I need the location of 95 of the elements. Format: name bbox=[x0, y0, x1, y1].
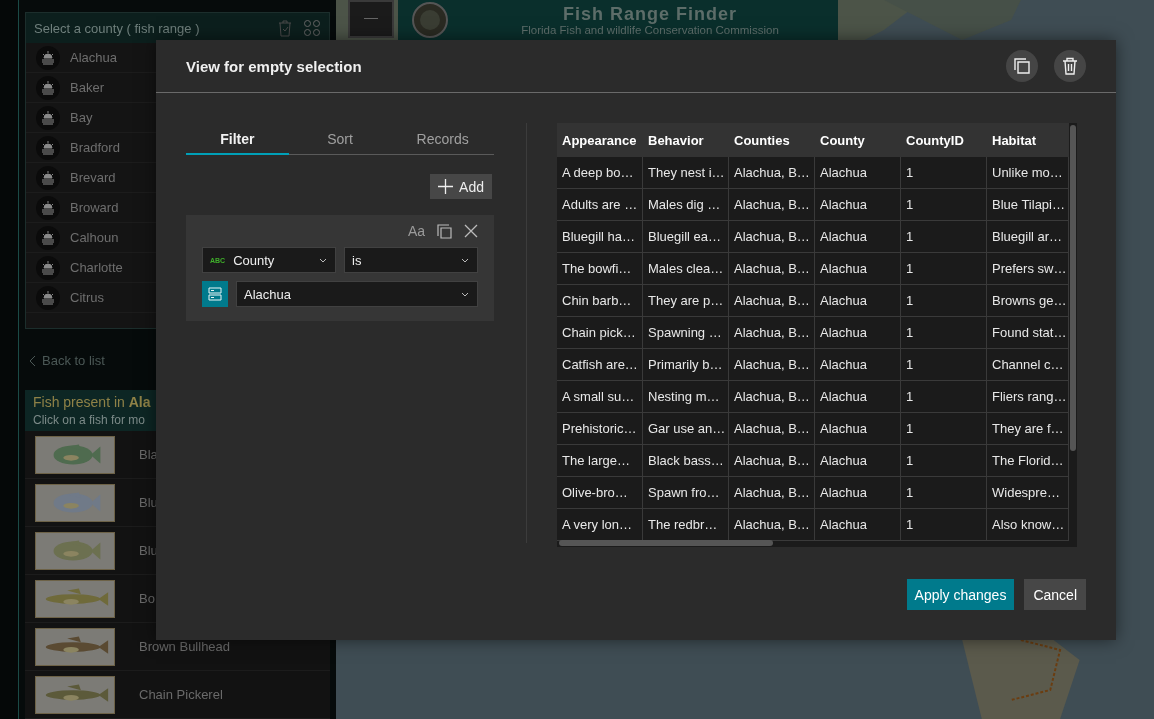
add-button[interactable]: Add bbox=[430, 174, 492, 199]
table-cell: 1 bbox=[901, 381, 987, 413]
column-header[interactable]: Counties bbox=[729, 123, 815, 157]
fish-panel-title: Fish present in Ala bbox=[33, 394, 152, 410]
table-cell: Alachua bbox=[815, 509, 901, 541]
table-cell: Alachua bbox=[815, 189, 901, 221]
trash-icon bbox=[1062, 57, 1078, 75]
fish-panel-hint: Click on a fish for mo bbox=[33, 413, 147, 427]
table-cell: Chain pick… bbox=[557, 317, 643, 349]
table-cell: A deep bo… bbox=[557, 157, 643, 189]
duplicate-button[interactable] bbox=[1006, 50, 1038, 82]
panel-title: Select a county ( fish range ) bbox=[34, 20, 200, 36]
grid-icon[interactable] bbox=[303, 19, 321, 37]
table-cell: Bluegill ea… bbox=[643, 221, 729, 253]
table-cell: Alachua bbox=[815, 157, 901, 189]
table-cell: 1 bbox=[901, 349, 987, 381]
table-cell: Chin barb… bbox=[557, 285, 643, 317]
table-cell: 1 bbox=[901, 509, 987, 541]
table-cell: A small su… bbox=[557, 381, 643, 413]
chevron-left-icon bbox=[29, 354, 36, 367]
fish-item[interactable]: Chain Pickerel bbox=[25, 671, 330, 719]
cancel-button[interactable]: Cancel bbox=[1024, 579, 1086, 610]
table-cell: Alachua bbox=[815, 413, 901, 445]
table-cell: They nest i… bbox=[643, 157, 729, 189]
copy-icon bbox=[1014, 58, 1030, 74]
chevron-down-icon bbox=[319, 257, 327, 263]
table-cell: Alachua, B… bbox=[729, 349, 815, 381]
table-cell: Alachua, B… bbox=[729, 253, 815, 285]
dialog-title: View for empty selection bbox=[186, 57, 362, 75]
table-cell: Alachua, B… bbox=[729, 189, 815, 221]
tab[interactable]: Filter bbox=[186, 124, 289, 155]
table-cell: The large… bbox=[557, 445, 643, 477]
table-cell: Prehistoric… bbox=[557, 413, 643, 445]
table-cell: 1 bbox=[901, 285, 987, 317]
table-cell: 1 bbox=[901, 317, 987, 349]
table-cell: Alachua, B… bbox=[729, 477, 815, 509]
column-header[interactable]: County bbox=[815, 123, 901, 157]
table-cell: The bowfi… bbox=[557, 253, 643, 285]
table-cell: 1 bbox=[901, 157, 987, 189]
table-cell: Alachua, B… bbox=[729, 285, 815, 317]
table-cell: Alachua, B… bbox=[729, 317, 815, 349]
table-cell: Alachua bbox=[815, 221, 901, 253]
table-cell: Alachua bbox=[815, 285, 901, 317]
table-cell: Primarily b… bbox=[643, 349, 729, 381]
apply-button[interactable]: Apply changes bbox=[906, 579, 1015, 610]
table-cell: Adults are … bbox=[557, 189, 643, 221]
table-cell: Spawn fro… bbox=[643, 477, 729, 509]
case-sensitive-toggle[interactable]: Aa bbox=[407, 223, 425, 239]
table-cell: Males clea… bbox=[643, 253, 729, 285]
plus-icon bbox=[438, 179, 454, 194]
table-cell: Nesting m… bbox=[643, 381, 729, 413]
table-cell: Olive-bro… bbox=[557, 477, 643, 509]
table-cell: Alachua, B… bbox=[729, 413, 815, 445]
copy-icon[interactable] bbox=[437, 223, 452, 239]
tab[interactable]: Sort bbox=[288, 124, 392, 155]
chevron-down-icon bbox=[461, 291, 469, 297]
table-cell: Alachua, B… bbox=[729, 381, 815, 413]
seal-icon bbox=[412, 2, 448, 38]
table-cell: Alachua bbox=[815, 253, 901, 285]
table-cell: Gar use an… bbox=[643, 413, 729, 445]
table-cell: Spawning … bbox=[643, 317, 729, 349]
table-cell: 1 bbox=[901, 413, 987, 445]
tab[interactable]: Records bbox=[391, 124, 494, 155]
table-cell: 1 bbox=[901, 221, 987, 253]
close-icon[interactable] bbox=[464, 224, 478, 238]
table-cell: 1 bbox=[901, 189, 987, 221]
operator-select[interactable]: is bbox=[344, 247, 478, 273]
column-header[interactable]: Appearance bbox=[557, 123, 643, 157]
table-cell: 1 bbox=[901, 477, 987, 509]
column-header[interactable]: Habitat bbox=[987, 123, 1069, 157]
minus-icon bbox=[364, 18, 378, 20]
column-header[interactable]: CountyID bbox=[901, 123, 987, 157]
table-cell: Catfish are… bbox=[557, 349, 643, 381]
table-cell: Alachua bbox=[815, 477, 901, 509]
value-list-button[interactable] bbox=[202, 281, 228, 307]
table-cell: Alachua bbox=[815, 445, 901, 477]
table-cell: Alachua bbox=[815, 349, 901, 381]
table-cell: Bluegill ha… bbox=[557, 221, 643, 253]
app-subtitle: Florida Fish and wildlife Conservation Commission bbox=[521, 24, 779, 36]
table-cell: Alachua bbox=[815, 381, 901, 413]
chevron-down-icon bbox=[461, 257, 469, 263]
table-cell: Alachua, B… bbox=[729, 157, 815, 189]
table-cell: Black bass… bbox=[643, 445, 729, 477]
table-cell: 1 bbox=[901, 445, 987, 477]
table-cell: 1 bbox=[901, 253, 987, 285]
table-cell: Alachua, B… bbox=[729, 221, 815, 253]
app-title: Fish Range Finder bbox=[563, 4, 737, 24]
delete-button[interactable] bbox=[1054, 50, 1086, 82]
table-cell: Alachua, B… bbox=[729, 445, 815, 477]
table-cell: They are p… bbox=[643, 285, 729, 317]
table-cell: Males dig … bbox=[643, 189, 729, 221]
list-icon bbox=[207, 286, 223, 302]
table-cell: Alachua bbox=[815, 317, 901, 349]
value-select[interactable]: Alachua bbox=[236, 281, 478, 307]
column-header[interactable]: Behavior bbox=[643, 123, 729, 157]
